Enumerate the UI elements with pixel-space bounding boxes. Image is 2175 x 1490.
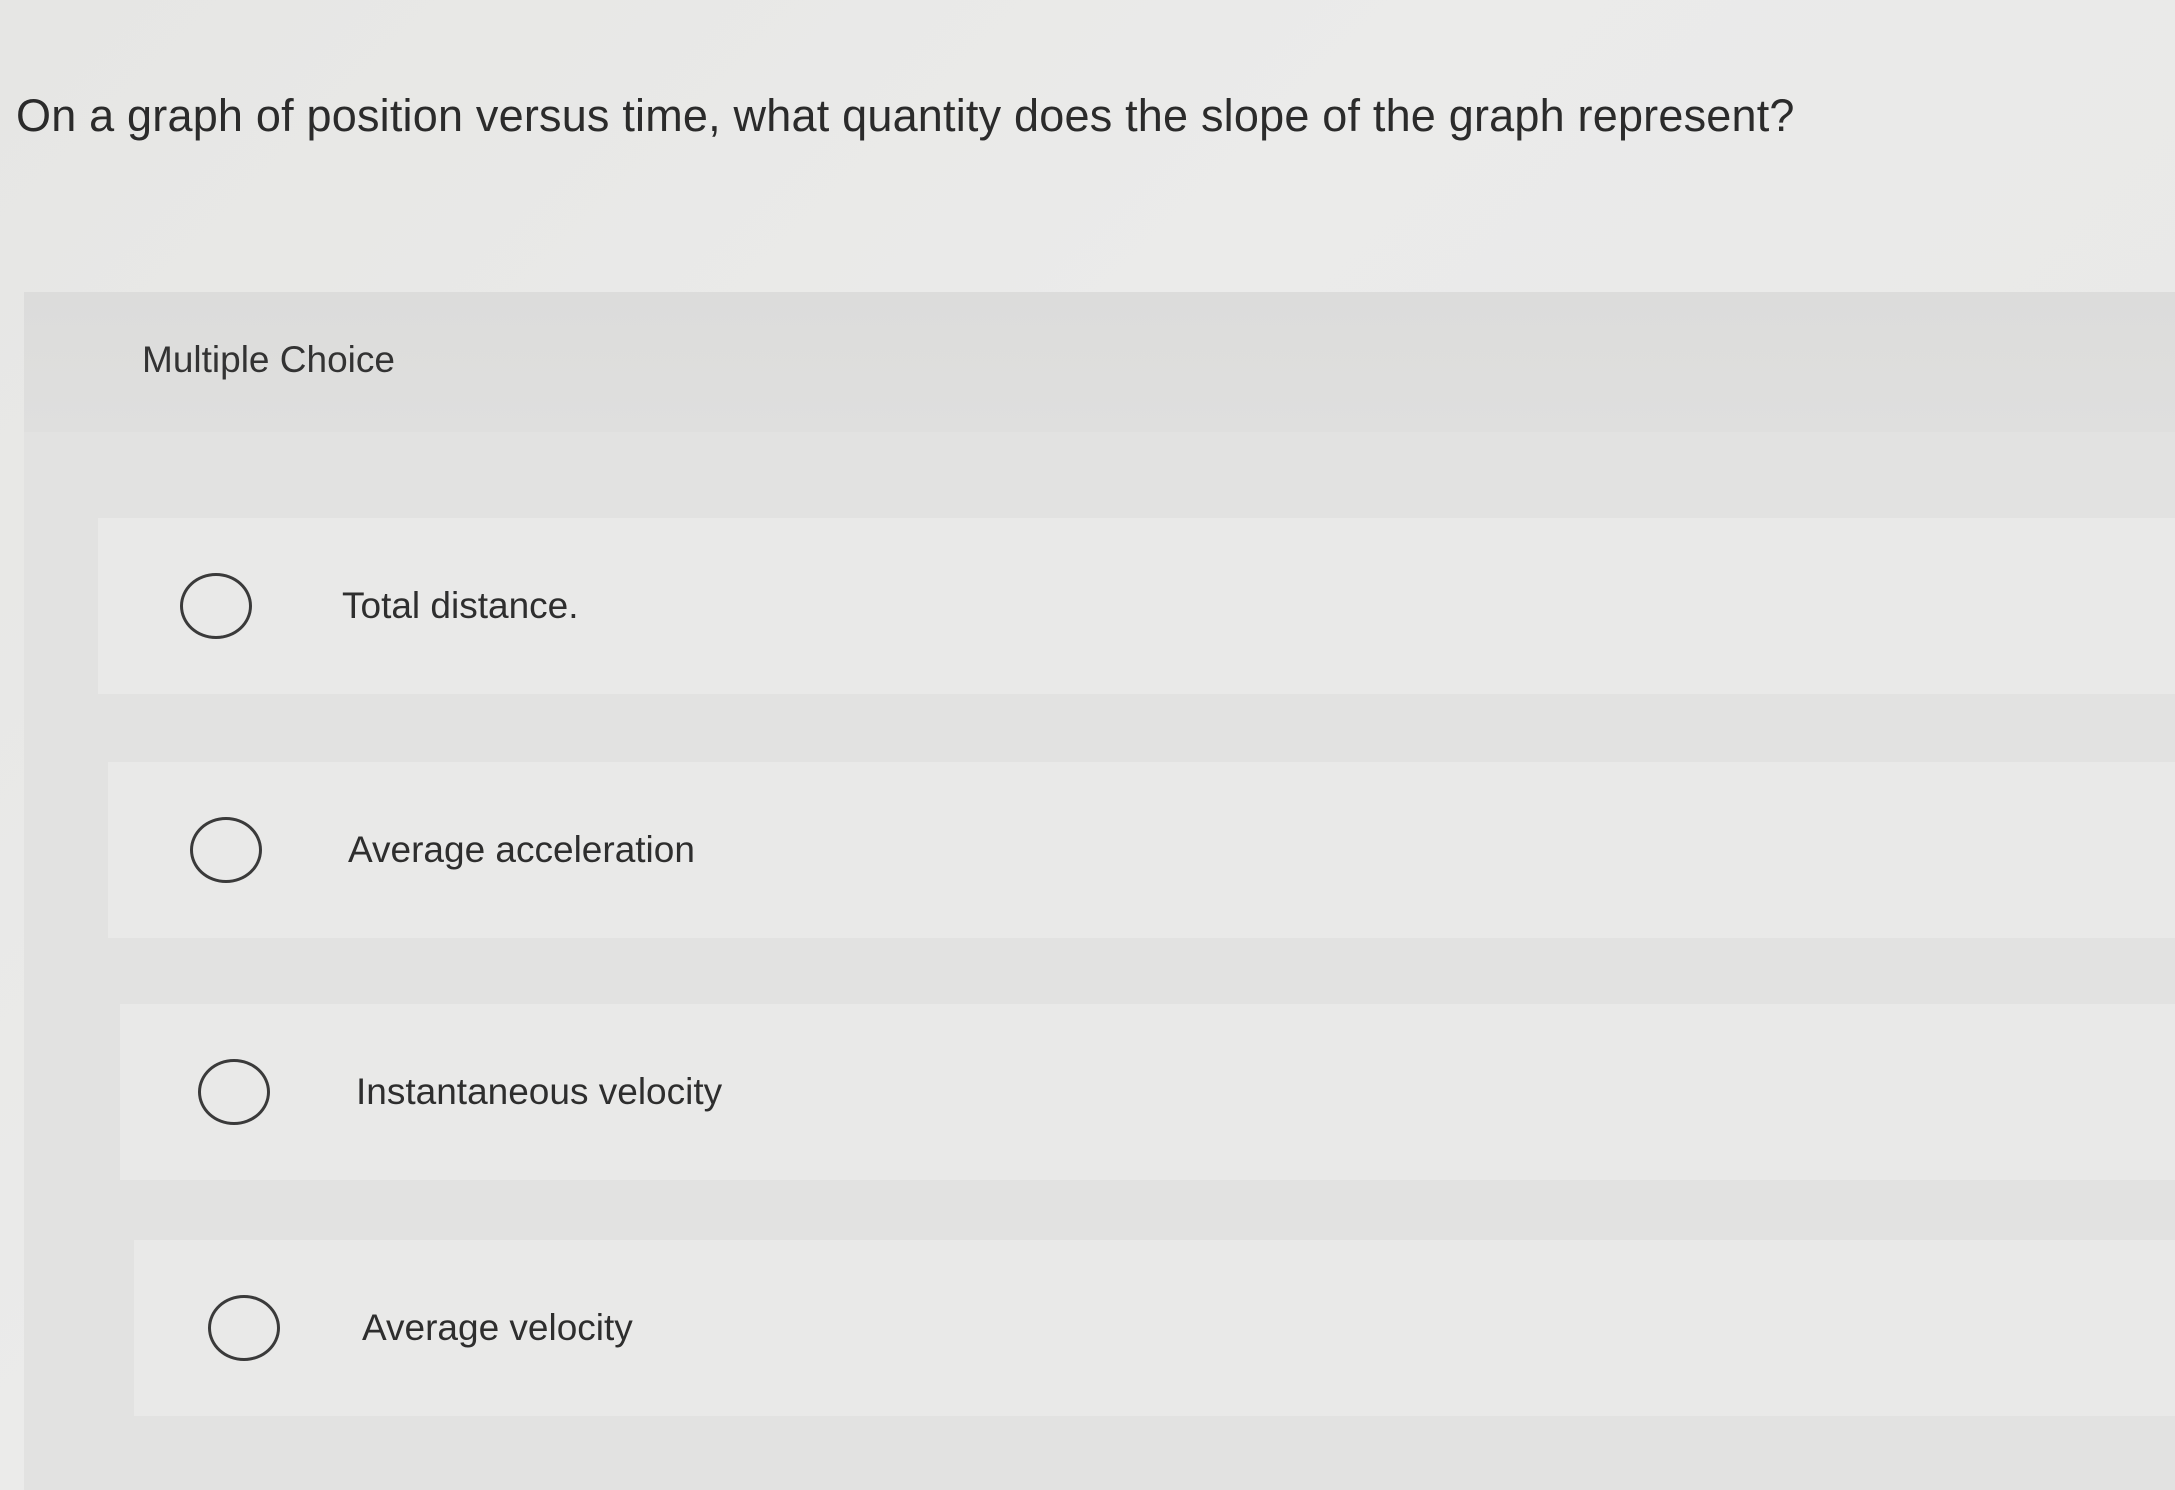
answer-option-label: Instantaneous velocity [356, 1071, 723, 1112]
multiple-choice-label: Multiple Choice [142, 339, 395, 380]
question-text: On a graph of position versus time, what… [16, 90, 1795, 141]
answer-option-label: Total distance. [342, 585, 579, 626]
answer-option-average-velocity[interactable]: Average velocity [134, 1240, 2175, 1416]
answer-option-instantaneous-velocity[interactable]: Instantaneous velocity [120, 1004, 2175, 1180]
answer-option-label: Average acceleration [348, 829, 695, 870]
answer-option-label: Average velocity [362, 1307, 633, 1348]
radio-button[interactable] [180, 573, 252, 639]
answer-option-total-distance[interactable]: Total distance. [98, 518, 2175, 694]
radio-button[interactable] [190, 817, 262, 883]
answer-option-average-acceleration[interactable]: Average acceleration [108, 762, 2175, 938]
radio-button[interactable] [198, 1059, 270, 1125]
multiple-choice-header: Multiple Choice [24, 292, 2175, 432]
radio-button[interactable] [208, 1295, 280, 1361]
